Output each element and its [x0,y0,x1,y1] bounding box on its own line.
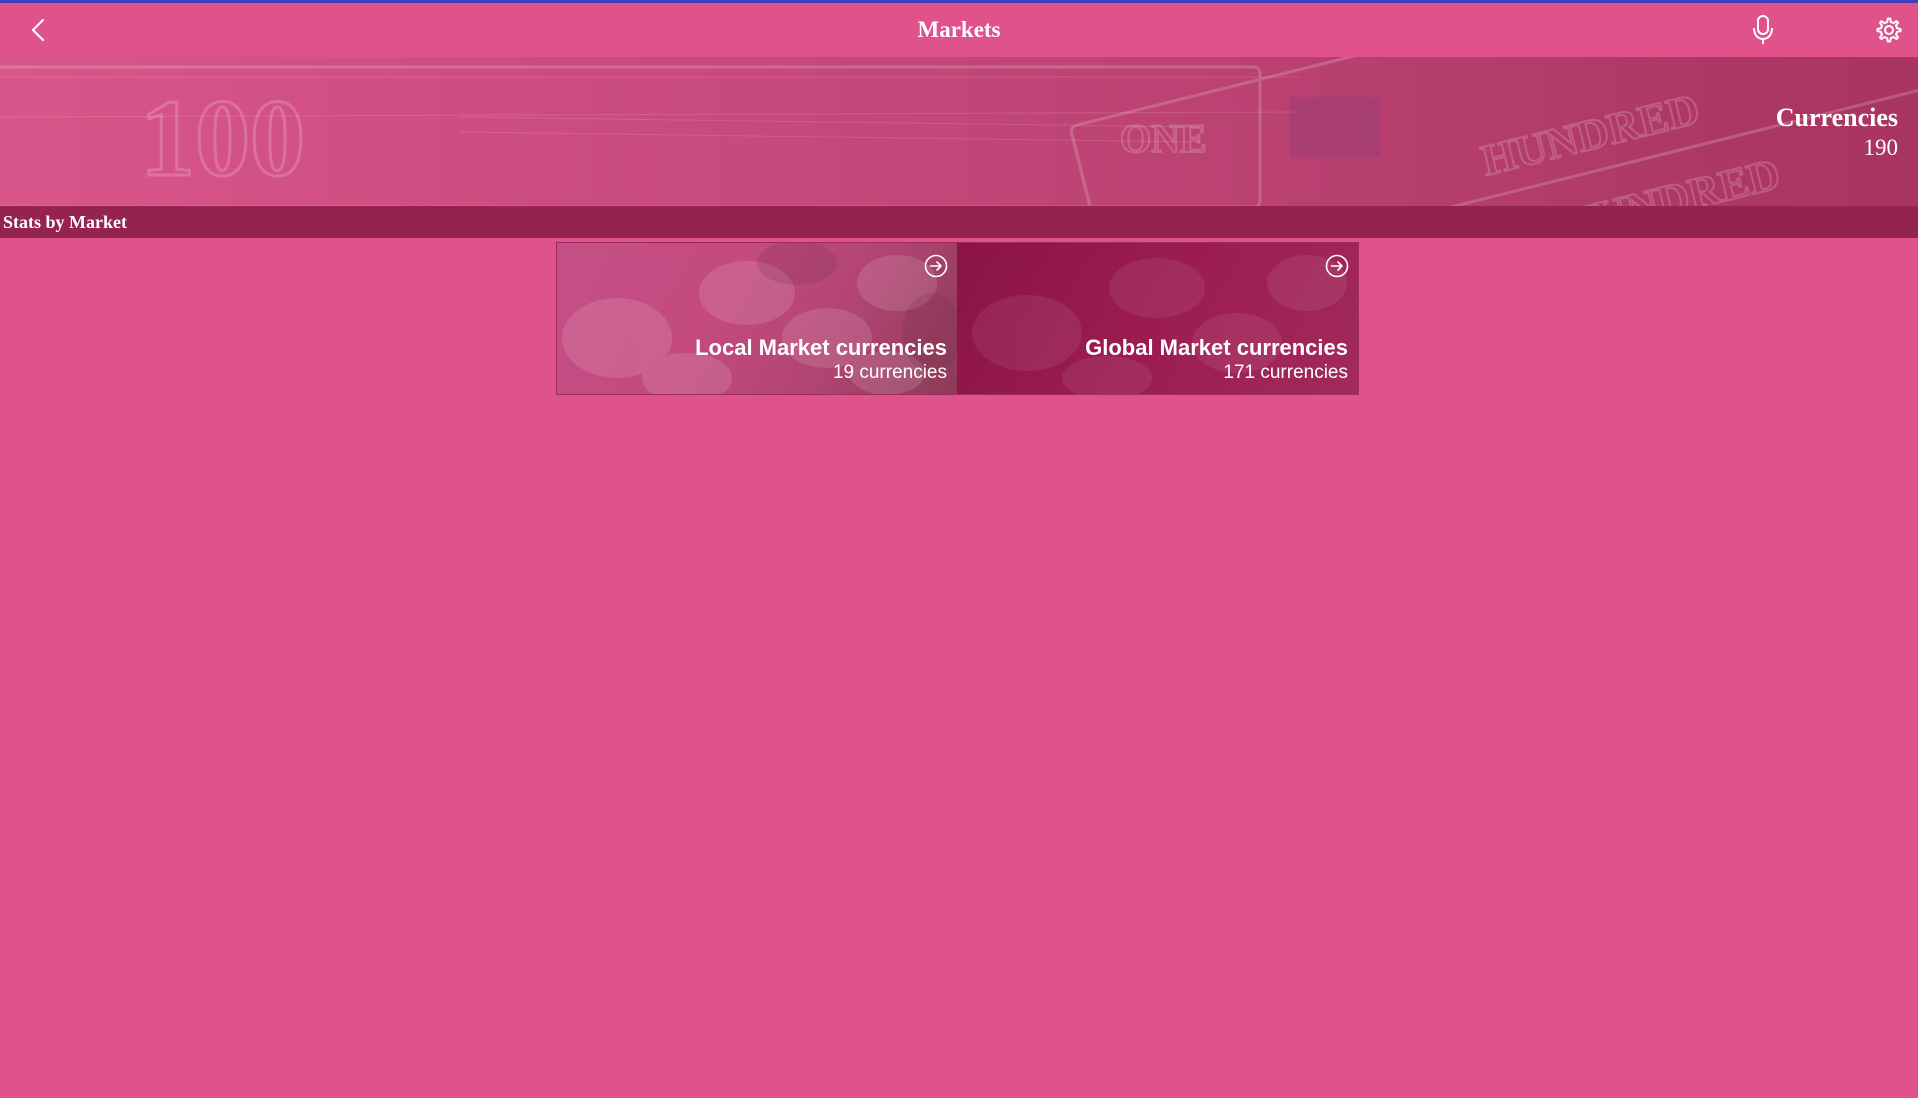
banner-count: 190 [1863,135,1899,160]
page-title: Markets [917,17,1001,42]
local-market-title: Local Market currencies [695,335,947,360]
svg-text:100: 100 [140,77,305,199]
banner-title: Currencies [1775,103,1898,132]
settings-button[interactable] [1870,12,1906,48]
svg-text:ONE: ONE [1120,116,1207,161]
global-market-tile[interactable]: Global Market currencies 171 currencies [957,243,1358,394]
microphone-button[interactable] [1746,11,1780,49]
app-bar: Markets [0,3,1918,57]
section-header: Stats by Market [0,206,1918,238]
section-title: Stats by Market [3,212,127,232]
currencies-banner: 100 ONE HUNDRED HUNDRED Currencies 190 [0,57,1918,206]
svg-text:HUNDRED: HUNDRED [1477,84,1705,185]
global-market-title: Global Market currencies [1085,335,1348,360]
arrow-right-circle-icon [924,254,948,278]
banknotes-background-image: 100 ONE HUNDRED HUNDRED [0,57,1918,206]
microphone-icon [1753,15,1773,44]
local-market-tile[interactable]: Local Market currencies 19 currencies [557,243,957,394]
gear-icon [1876,17,1902,43]
global-market-count: 171 currencies [1223,362,1348,383]
market-tiles: Local Market currencies 19 currencies Gl… [556,242,1359,395]
local-market-count: 19 currencies [832,362,947,383]
arrow-right-circle-icon [1325,254,1349,278]
